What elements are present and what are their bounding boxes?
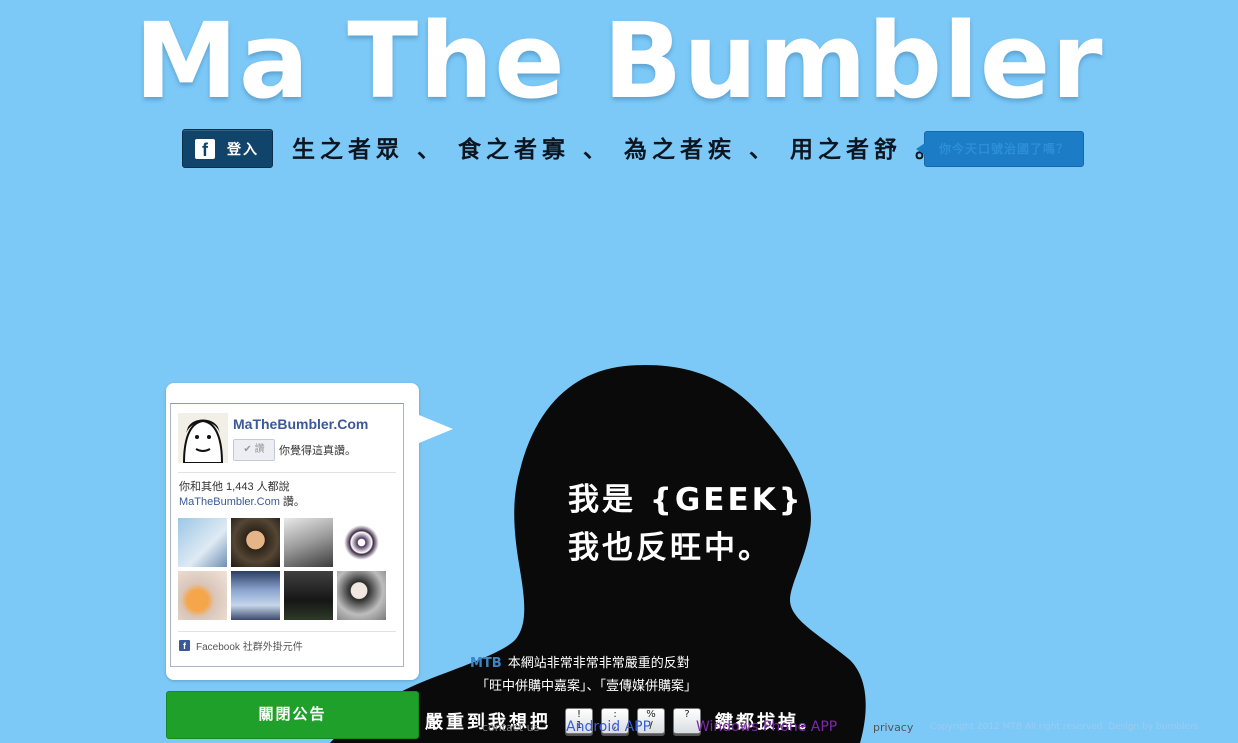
facebook-like-box: MaTheBumbler.Com ✔ 讚 你覺得這真讚。 你和其他 1,443 … bbox=[170, 403, 404, 667]
like-box-divider bbox=[178, 631, 396, 632]
geek-statement: 我是 {GEEK} 我也反旺中。 bbox=[568, 476, 804, 572]
fan-avatar[interactable] bbox=[178, 518, 227, 567]
page-link[interactable]: MaTheBumbler.Com bbox=[179, 496, 280, 508]
like-prompt: 你覺得這真讚。 bbox=[279, 445, 356, 457]
fan-avatar[interactable] bbox=[337, 571, 386, 620]
notice-line-1: 本網站非常非常非常嚴重的反對 bbox=[507, 656, 690, 671]
privacy-link[interactable]: privacy bbox=[873, 721, 913, 734]
fan-avatar[interactable] bbox=[284, 518, 333, 567]
notice-line-2: 「旺中併購中嘉案」、「壹傳媒併購案」 bbox=[476, 679, 698, 694]
close-announcement-button[interactable]: 關閉公告 bbox=[166, 691, 419, 739]
fan-avatar[interactable] bbox=[231, 571, 280, 620]
geek-line-1: 我是 {GEEK} bbox=[568, 482, 804, 518]
copyright-text: Copyright 2012 MTB All right reserved. D… bbox=[930, 722, 1199, 732]
like-count: 你和其他 1,443 人都說 MaTheBumbler.Com 讚。 bbox=[179, 481, 305, 508]
like-button[interactable]: ✔ 讚 bbox=[233, 439, 275, 461]
android-app-link[interactable]: Android APP bbox=[566, 719, 651, 735]
fan-avatar[interactable] bbox=[231, 518, 280, 567]
opposition-notice: MTB 本網站非常非常非常嚴重的反對 「旺中併購中嘉案」、「壹傳媒併購案」 bbox=[470, 652, 760, 698]
facebook-like-popup: MaTheBumbler.Com ✔ 讚 你覺得這真讚。 你和其他 1,443 … bbox=[166, 383, 453, 680]
page-avatar[interactable] bbox=[178, 413, 228, 463]
contact-link[interactable]: contact us bbox=[482, 721, 539, 734]
mtb-label: MTB bbox=[470, 656, 502, 671]
plugin-label[interactable]: Facebook 社群外掛元件 bbox=[196, 638, 303, 653]
fan-avatar[interactable] bbox=[284, 571, 333, 620]
windows-phone-app-link[interactable]: Windows Phone APP bbox=[696, 719, 837, 735]
page-name-link[interactable]: MaTheBumbler.Com bbox=[233, 416, 368, 432]
like-box-footer: f Facebook 社群外掛元件 bbox=[179, 638, 303, 653]
fan-avatar[interactable] bbox=[178, 571, 227, 620]
facebook-small-icon: f bbox=[179, 640, 190, 651]
check-icon: ✔ bbox=[243, 444, 252, 455]
fan-avatar[interactable] bbox=[337, 518, 386, 567]
geek-line-2: 我也反旺中。 bbox=[568, 530, 772, 566]
like-box-divider bbox=[178, 472, 396, 473]
